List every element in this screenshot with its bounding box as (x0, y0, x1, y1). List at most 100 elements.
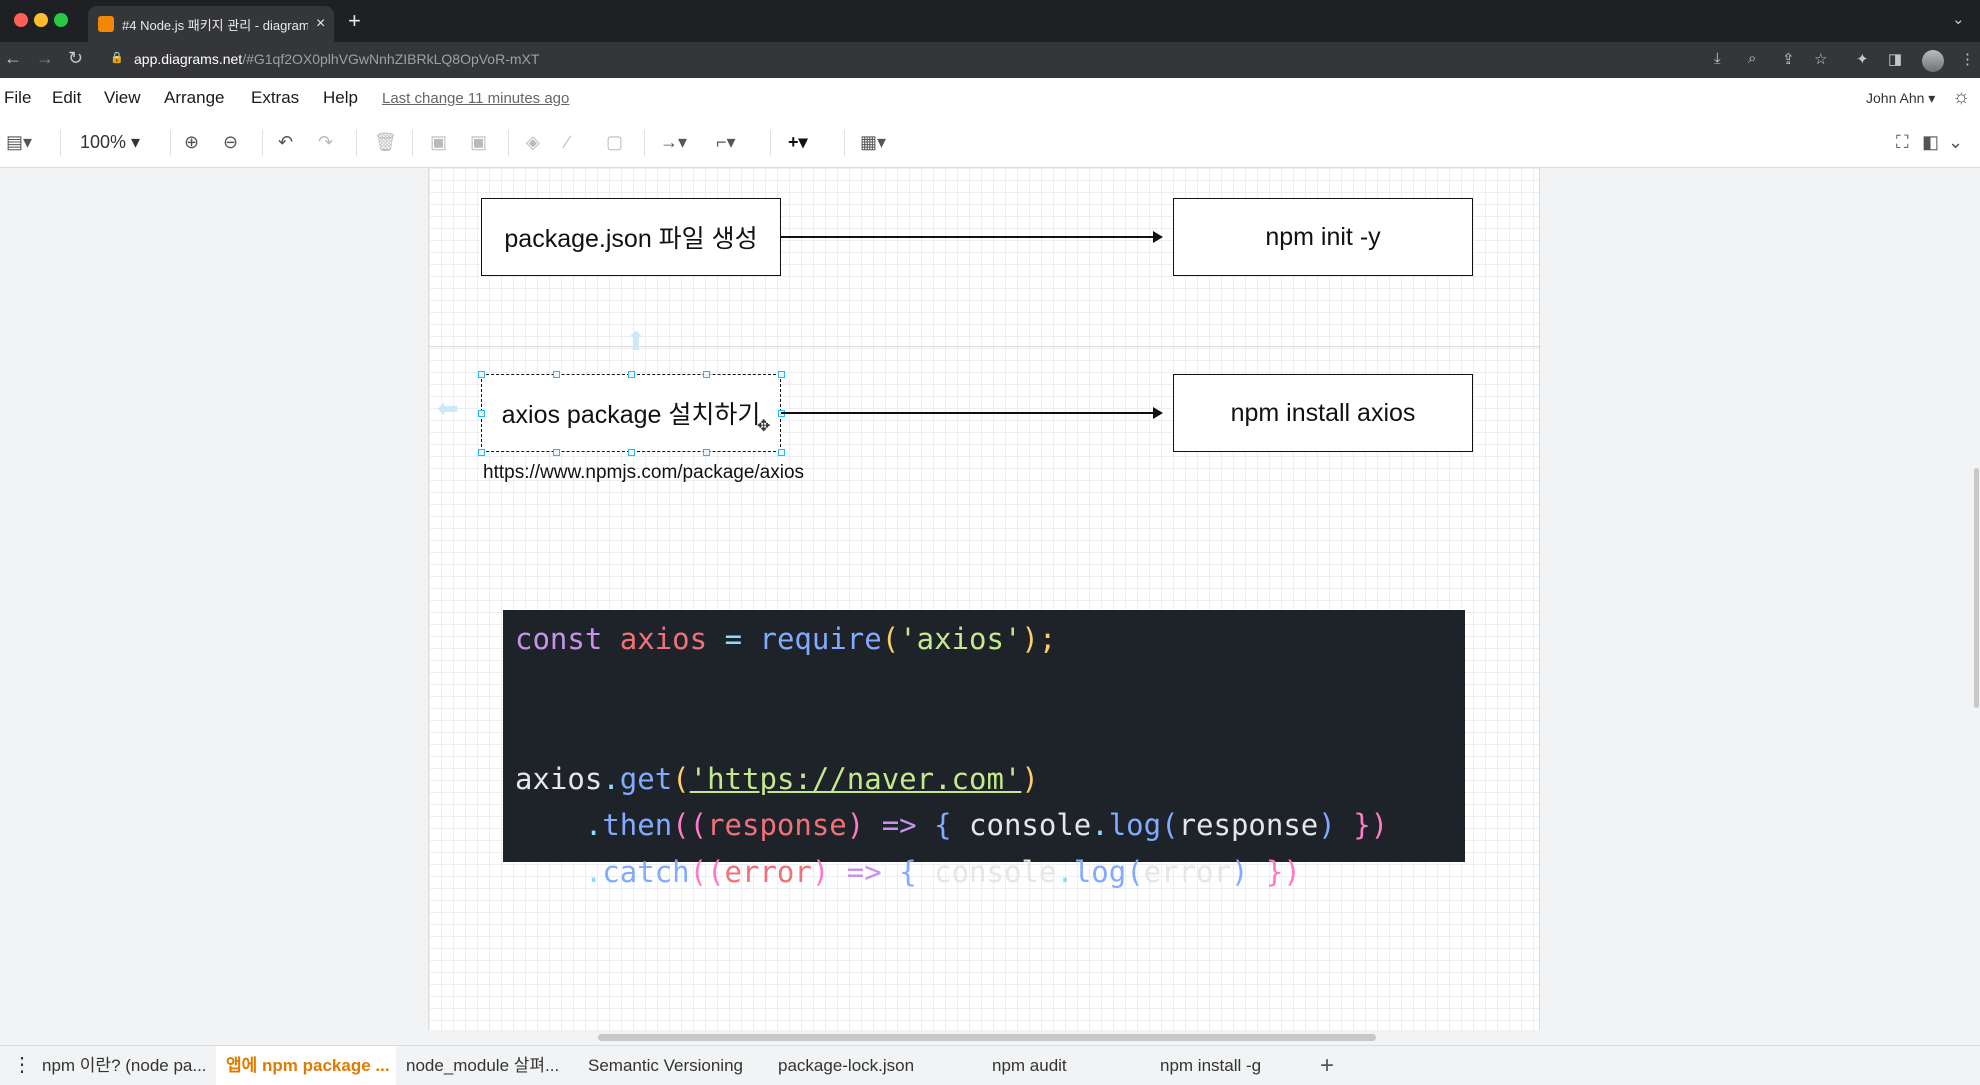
vertical-scrollbar[interactable] (1974, 468, 1979, 708)
code-token: ); (1021, 622, 1057, 656)
npm-axios-link-text[interactable]: https://www.npmjs.com/package/axios (483, 462, 804, 484)
to-front-icon[interactable]: ▣ (430, 132, 447, 153)
back-icon[interactable]: ← (4, 48, 22, 69)
code-token: ( (1126, 854, 1144, 889)
redo-icon[interactable]: ↷ (318, 132, 333, 153)
format-panel-icon[interactable]: ◧ (1922, 132, 1939, 153)
tab-search-icon[interactable]: ⌄ (1952, 10, 1965, 28)
user-menu[interactable]: John Ahn ▾ (1866, 90, 1935, 107)
chrome-menu-icon[interactable]: ⋮ (1960, 50, 1975, 68)
page-tab[interactable]: Semantic Versioning (578, 1046, 760, 1085)
code-token: axios (619, 622, 708, 656)
last-change-link[interactable]: Last change 11 minutes ago (382, 90, 569, 107)
close-tab-icon[interactable]: × (316, 15, 325, 33)
page-tab[interactable]: npm install -g (1150, 1046, 1300, 1085)
shape-npm-install[interactable]: npm install axios (1173, 374, 1473, 452)
toolbar-divider (170, 130, 171, 156)
maximize-window-button[interactable] (54, 13, 68, 27)
code-snippet-image[interactable]: const axios = require('axios'); axios.ge… (503, 610, 1465, 889)
extensions-icon[interactable]: ✦ (1856, 50, 1869, 68)
resize-handle[interactable] (628, 371, 635, 378)
browser-tab[interactable]: #4 Node.js 패키지 관리 - diagram × (88, 6, 334, 42)
collapse-toolbar-icon[interactable]: ⌄ (1948, 132, 1963, 153)
zoom-icon[interactable]: ⌕ (1748, 50, 1756, 67)
diagram-canvas[interactable]: package.json 파일 생성 npm init -y ⬆ ⬅ axios… (0, 168, 1980, 1045)
install-app-icon[interactable]: ⤓ (1714, 50, 1721, 67)
panel-toggle-icon[interactable]: ▤▾ (6, 132, 32, 153)
code-token: }) (1353, 808, 1389, 842)
delete-icon[interactable]: 🗑 (374, 132, 397, 153)
table-icon[interactable]: ▦▾ (860, 132, 886, 153)
undo-icon[interactable]: ↶ (278, 132, 293, 153)
menu-view[interactable]: View (104, 88, 141, 108)
waypoints-icon[interactable]: ⌐▾ (716, 132, 736, 153)
shape-package-json[interactable]: package.json 파일 생성 (481, 198, 781, 276)
page-tab[interactable]: npm 이란? (node pa... (32, 1046, 216, 1085)
menu-extras[interactable]: Extras (251, 88, 299, 108)
shape-npm-init[interactable]: npm init -y (1173, 198, 1473, 276)
hover-arrow-left-icon[interactable]: ⬅ (437, 393, 459, 424)
toolbar-divider (644, 130, 645, 156)
insert-icon[interactable]: +▾ (788, 132, 808, 153)
fullscreen-icon[interactable]: ⛶ (1896, 132, 1909, 153)
page-tab-active[interactable]: 앱에 npm package ... (216, 1046, 396, 1085)
side-panel-icon[interactable]: ◨ (1888, 50, 1902, 68)
fill-color-icon[interactable]: ◈ (526, 132, 540, 153)
connector-arrow[interactable] (781, 407, 1163, 419)
forward-icon[interactable]: → (36, 48, 54, 69)
resize-handle[interactable] (703, 371, 710, 378)
zoom-level-select[interactable]: 100% ▾ (80, 132, 140, 153)
menu-file[interactable]: File (4, 88, 31, 108)
zoom-out-icon[interactable]: ⊖ (223, 132, 238, 153)
code-token: log (1108, 808, 1162, 842)
page-tab[interactable]: package-lock.json (768, 1046, 938, 1085)
resize-handle[interactable] (778, 371, 785, 378)
resize-handle[interactable] (703, 449, 710, 456)
code-token: ( (1161, 808, 1179, 842)
code-token: => (881, 808, 917, 842)
connection-style-icon[interactable]: →▾ (660, 132, 687, 153)
profile-avatar[interactable] (1922, 50, 1944, 72)
menu-help[interactable]: Help (323, 88, 358, 108)
code-token: response (707, 808, 847, 842)
minimize-window-button[interactable] (34, 13, 48, 27)
app-menubar: File Edit View Arrange Extras Help Last … (0, 78, 1980, 118)
zoom-in-icon[interactable]: ⊕ (184, 132, 199, 153)
new-tab-button[interactable]: + (348, 8, 361, 34)
bookmark-star-icon[interactable]: ☆ (1814, 50, 1827, 68)
page-tab[interactable]: npm audit (982, 1046, 1122, 1085)
toolbar-divider (508, 130, 509, 156)
horizontal-scrollbar[interactable] (598, 1034, 1376, 1041)
line-color-icon[interactable]: ∕ (566, 132, 569, 153)
code-token: ) (811, 854, 830, 889)
resize-handle[interactable] (478, 371, 485, 378)
hover-arrow-up-icon[interactable]: ⬆ (625, 326, 647, 357)
diagram-page[interactable]: package.json 파일 생성 npm init -y ⬆ ⬅ axios… (428, 168, 1541, 1030)
connector-arrow[interactable] (781, 231, 1163, 243)
resize-handle[interactable] (628, 449, 635, 456)
code-token: 'axios' (899, 622, 1022, 656)
page-tab[interactable]: node_module 살펴... (396, 1046, 572, 1085)
code-token: get (619, 761, 673, 796)
to-back-icon[interactable]: ▣ (470, 132, 487, 153)
code-token: ) (1230, 854, 1249, 889)
shadow-icon[interactable]: ▢ (606, 132, 623, 153)
menu-arrange[interactable]: Arrange (164, 88, 224, 108)
resize-handle[interactable] (553, 449, 560, 456)
code-line: const axios = require('axios'); (515, 616, 1453, 663)
code-token: catch (602, 854, 690, 889)
menu-edit[interactable]: Edit (52, 88, 81, 108)
resize-handle[interactable] (778, 449, 785, 456)
add-page-icon[interactable]: + (1310, 1046, 1344, 1085)
resize-handle[interactable] (478, 449, 485, 456)
shape-axios-package[interactable]: axios package 설치하기 (481, 374, 781, 452)
resize-handle[interactable] (553, 371, 560, 378)
url-field[interactable]: app.diagrams.net/#G1qf2OX0plhVGwNnhZIBRk… (112, 51, 539, 67)
code-token: response (1178, 808, 1319, 842)
theme-icon[interactable]: ☼ (1952, 86, 1970, 109)
reload-icon[interactable]: ↻ (68, 48, 83, 69)
share-icon[interactable]: ⇪ (1782, 50, 1795, 68)
close-window-button[interactable] (14, 13, 28, 27)
resize-handle[interactable] (478, 410, 485, 417)
url-path: /#G1qf2OX0plhVGwNnhZIBRkLQ8OpVoR-mXT (242, 51, 540, 67)
